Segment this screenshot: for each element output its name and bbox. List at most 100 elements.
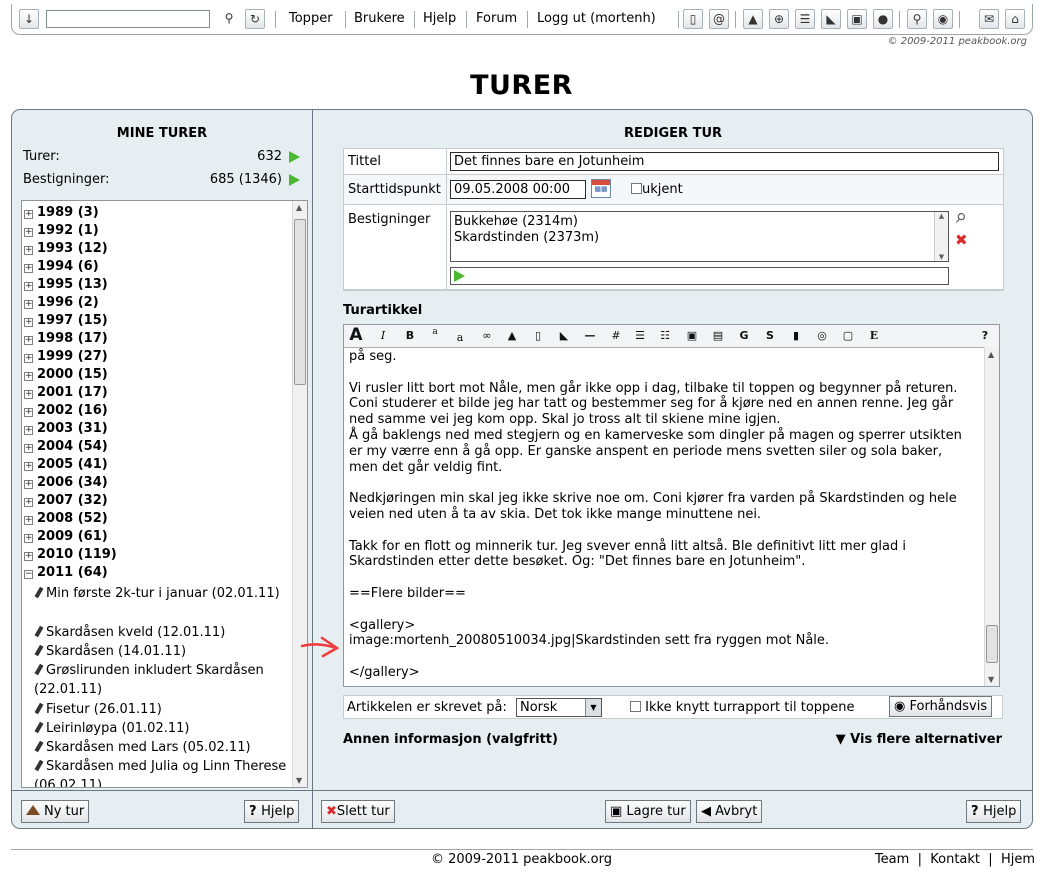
trip-name[interactable]: Skardåsen kveld: [46, 625, 153, 640]
year-node[interactable]: +1989 (3): [24, 205, 99, 223]
bullet-list-icon[interactable]: ☰: [630, 327, 650, 344]
footer-link-team[interactable]: Team: [875, 852, 909, 867]
search-icon[interactable]: ⚲: [219, 9, 239, 29]
boot-icon[interactable]: ◣: [821, 9, 841, 29]
tree-scrollbar[interactable]: ▲ ▼: [292, 201, 307, 787]
mountain-icon[interactable]: ▲: [502, 327, 522, 344]
expand-icon[interactable]: +: [24, 534, 33, 543]
italic-button[interactable]: I: [373, 327, 393, 344]
expand-icon[interactable]: +: [24, 372, 33, 381]
image-icon[interactable]: ▣: [847, 9, 867, 29]
play-icon[interactable]: [454, 270, 465, 282]
play-icon[interactable]: [289, 151, 300, 163]
expand-icon[interactable]: +: [24, 480, 33, 489]
film-icon[interactable]: ▮: [786, 327, 806, 344]
year-node[interactable]: +1996 (2): [24, 295, 99, 313]
mail-icon[interactable]: ✉: [979, 9, 999, 29]
trip-item[interactable]: Grøslirunden inkludert Skardåsen (22.01.…: [34, 661, 294, 699]
title-input[interactable]: Det finnes bare en Jotunheim: [450, 152, 999, 171]
pencil-icon[interactable]: [34, 759, 44, 772]
refresh-icon[interactable]: ↻: [245, 9, 265, 29]
trip-item[interactable]: Skardåsen med Julia og Linn Therese (06.…: [34, 757, 294, 787]
year-node[interactable]: +2001 (17): [24, 385, 108, 403]
pencil-icon[interactable]: [34, 586, 44, 599]
code-icon[interactable]: ◎: [812, 327, 832, 344]
preview-button[interactable]: ◉ Forhåndsvis: [889, 696, 993, 717]
year-node[interactable]: +2000 (15): [24, 367, 108, 385]
trip-name[interactable]: Grøslirunden inkludert Skardåsen: [46, 663, 264, 678]
ascents-list[interactable]: Bukkehøe (2314m) Skardstinden (2373m) ▲ ▼: [450, 211, 949, 262]
boot-icon[interactable]: ◣: [554, 327, 574, 344]
year-node[interactable]: +1995 (13): [24, 277, 108, 295]
play-icon[interactable]: [289, 174, 300, 186]
search-input[interactable]: [46, 10, 210, 28]
pencil-icon[interactable]: [34, 625, 44, 638]
calendar-icon[interactable]: ▦▦: [591, 179, 611, 198]
scrollbar-thumb[interactable]: [294, 219, 306, 385]
home-icon[interactable]: ⌂: [1005, 9, 1025, 29]
at-icon[interactable]: @: [709, 9, 729, 29]
trip-item[interactable]: Skardåsen (14.01.11): [34, 642, 294, 661]
editor-help-button[interactable]: ?: [975, 327, 995, 344]
cancel-button[interactable]: ◀ Avbryt: [696, 800, 763, 823]
pencil-icon[interactable]: [34, 702, 44, 715]
trip-name[interactable]: Min første 2k-tur i januar: [46, 586, 208, 601]
expand-icon[interactable]: +: [24, 516, 33, 525]
trip-name[interactable]: Fisetur: [46, 702, 90, 717]
ascent-item[interactable]: Skardstinden (2373m): [454, 230, 599, 246]
pencil-icon[interactable]: [34, 644, 44, 657]
expand-icon[interactable]: +: [24, 300, 33, 309]
trip-item[interactable]: Fisetur (26.01.11): [34, 700, 294, 719]
year-node[interactable]: +1993 (12): [24, 241, 108, 259]
year-node[interactable]: +1997 (15): [24, 313, 108, 331]
left-help-button[interactable]: ? Hjelp: [244, 800, 300, 823]
trip-name[interactable]: Skardåsen med Lars: [46, 740, 178, 755]
year-node[interactable]: +2006 (34): [24, 475, 108, 493]
bold-button[interactable]: B: [400, 327, 420, 344]
year-node[interactable]: +1999 (27): [24, 349, 108, 367]
expand-icon[interactable]: +: [24, 210, 33, 219]
right-help-button[interactable]: ? Hjelp: [966, 800, 1022, 823]
document-icon[interactable]: ▯: [683, 9, 703, 29]
collapse-icon[interactable]: −: [24, 570, 33, 579]
nav-link-hjelp[interactable]: Hjelp: [423, 11, 456, 26]
footer-link-kontakt[interactable]: Kontakt: [930, 852, 980, 867]
superscript-button[interactable]: a: [425, 327, 445, 344]
year-node[interactable]: +1994 (6): [24, 259, 99, 277]
year-node[interactable]: +2007 (32): [24, 493, 108, 511]
footer-link-hjem[interactable]: Hjem: [1001, 852, 1035, 867]
ascent-item[interactable]: Bukkehøe (2314m): [454, 214, 578, 230]
delete-ascent-icon[interactable]: ✖: [955, 231, 968, 249]
subscript-button[interactable]: a: [450, 327, 470, 344]
unknown-checkbox-wrap[interactable]: ukjent: [631, 182, 683, 197]
pencil-icon[interactable]: [34, 721, 44, 734]
trip-item[interactable]: Min første 2k-tur i januar (02.01.11): [34, 584, 294, 603]
delete-trip-button[interactable]: ✖Slett tur: [321, 800, 395, 823]
trip-item[interactable]: Skardåsen kveld (12.01.11): [34, 623, 294, 642]
expand-icon[interactable]: +: [24, 354, 33, 363]
year-node[interactable]: +2003 (31): [24, 421, 108, 439]
link-icon[interactable]: ∞: [477, 327, 497, 344]
year-node[interactable]: +2005 (41): [24, 457, 108, 475]
e-button[interactable]: E: [864, 327, 884, 344]
year-node[interactable]: +2008 (52): [24, 511, 108, 529]
pin-icon[interactable]: ⚲: [951, 210, 968, 228]
expand-icon[interactable]: +: [24, 390, 33, 399]
no-link-checkbox-wrap[interactable]: Ikke knytt turrapport til toppene: [630, 700, 855, 715]
add-circle-icon[interactable]: ⊕: [769, 9, 789, 29]
more-options-toggle[interactable]: ▼ Vis flere alternativer: [836, 732, 1002, 747]
page-icon[interactable]: ▢: [838, 327, 858, 344]
numbered-list-icon[interactable]: ☷: [655, 327, 675, 344]
year-node[interactable]: +1998 (17): [24, 331, 108, 349]
editor-scrollbar[interactable]: ▲ ▼: [984, 347, 999, 686]
year-node-expanded[interactable]: −2011 (64): [24, 565, 108, 583]
trip-name[interactable]: Leirinløypa: [46, 721, 117, 736]
no-link-checkbox[interactable]: [630, 701, 641, 712]
pin-icon[interactable]: ⚲: [907, 9, 927, 29]
g-button[interactable]: G: [734, 327, 754, 344]
nav-link-forum[interactable]: Forum: [476, 11, 517, 26]
nav-link-brukere[interactable]: Brukere: [354, 11, 405, 26]
s-button[interactable]: S: [760, 327, 780, 344]
expand-icon[interactable]: +: [24, 318, 33, 327]
expand-icon[interactable]: +: [24, 282, 33, 291]
